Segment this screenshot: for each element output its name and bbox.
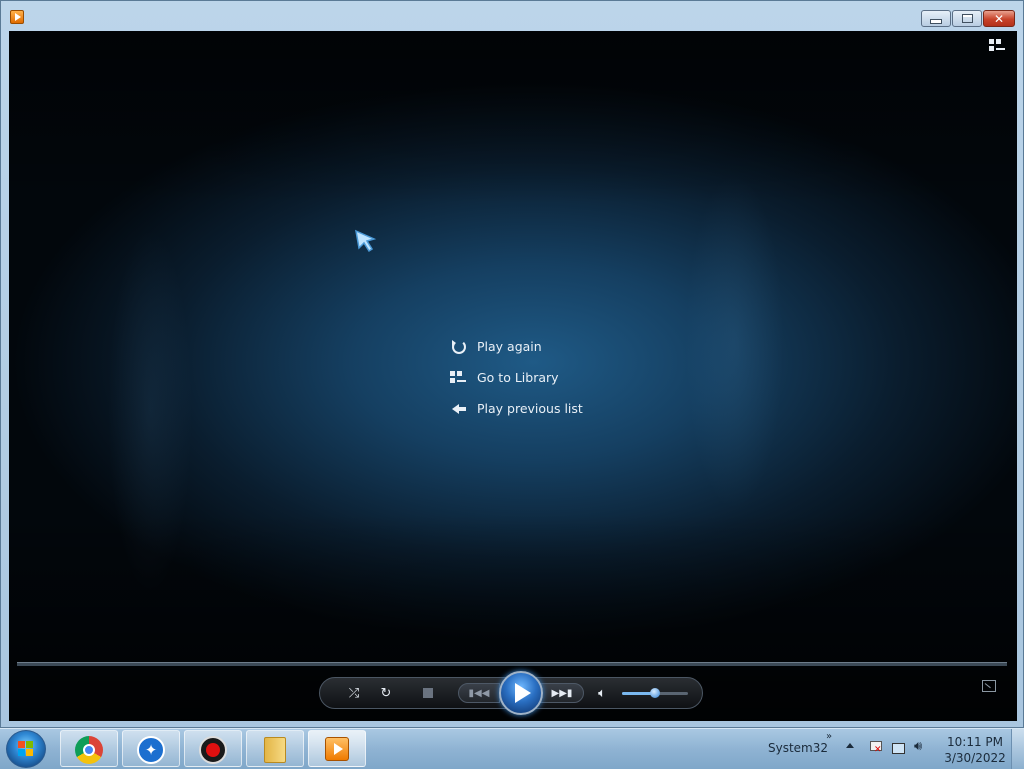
- minimize-button[interactable]: [921, 10, 951, 27]
- show-desktop-button[interactable]: [1011, 729, 1024, 769]
- title-bar[interactable]: ✕: [1, 1, 1023, 31]
- play-icon: [515, 683, 531, 703]
- bluetooth-icon: [137, 736, 165, 764]
- switch-to-library-button[interactable]: [989, 39, 1007, 55]
- taskbar-recorder[interactable]: [184, 730, 242, 767]
- play-button[interactable]: [499, 671, 543, 715]
- start-button[interactable]: [6, 730, 46, 768]
- back-arrow-icon: [449, 401, 469, 417]
- playback-controls: ⤮ ↻ ▮◀◀ ▶▶▮ 🔈︎: [319, 671, 703, 715]
- library-grid-square: [996, 39, 1001, 44]
- play-again-label: Play again: [477, 339, 542, 354]
- volume-icon[interactable]: 🔊︎: [914, 739, 928, 754]
- taskbar: System32 » 🔊︎ 10:11 PM 3/30/2022: [0, 728, 1024, 769]
- library-arrow-stroke: [996, 48, 1005, 50]
- taskbar-bluetooth[interactable]: [122, 730, 180, 767]
- close-icon: ✕: [993, 11, 1005, 26]
- system32-toolbar[interactable]: System32: [768, 741, 828, 755]
- go-to-library-link[interactable]: Go to Library: [449, 362, 583, 393]
- media-player-icon: [325, 737, 349, 761]
- next-icon: ▶▶▮: [551, 687, 573, 699]
- play-previous-list-label: Play previous list: [477, 401, 583, 416]
- library-grid-icon: [989, 39, 994, 44]
- media-player-app-icon[interactable]: [10, 10, 24, 24]
- minimize-icon: [930, 19, 942, 24]
- clock[interactable]: 10:11 PM 3/30/2022: [940, 734, 1010, 766]
- stop-button[interactable]: [416, 678, 440, 708]
- window-controls: ✕: [920, 10, 1015, 27]
- show-hidden-icons-button[interactable]: [846, 743, 854, 748]
- volume-knob[interactable]: [650, 688, 660, 698]
- previous-icon: ▮◀◀: [468, 687, 490, 699]
- clock-time: 10:11 PM: [947, 735, 1003, 749]
- shuffle-button[interactable]: ⤮: [338, 678, 370, 708]
- repeat-button[interactable]: ↻: [370, 678, 402, 708]
- clock-date: 3/30/2022: [944, 751, 1006, 765]
- play-again-link[interactable]: Play again: [449, 331, 583, 362]
- taskbar-explorer[interactable]: [246, 730, 304, 767]
- library-grid-square: [989, 46, 994, 51]
- mute-button[interactable]: 🔈︎: [590, 678, 614, 708]
- previous-button[interactable]: ▮◀◀: [458, 683, 500, 703]
- play-previous-list-link[interactable]: Play previous list: [449, 393, 583, 424]
- switch-to-fullscreen-button[interactable]: [982, 680, 996, 692]
- library-icon: [449, 370, 469, 386]
- maximize-icon: [961, 14, 973, 23]
- windows-logo-icon: [18, 741, 34, 757]
- close-button[interactable]: ✕: [983, 10, 1015, 27]
- media-player-window: ✕ Play again Go to Library Play previous…: [0, 0, 1024, 728]
- repeat-icon: ↻: [380, 685, 392, 701]
- next-button[interactable]: ▶▶▮: [540, 683, 584, 703]
- notification-area: System32 » 🔊︎ 10:11 PM 3/30/2022: [750, 729, 1024, 769]
- taskbar-media-player[interactable]: [308, 730, 366, 767]
- shuffle-icon: ⤮: [348, 685, 360, 701]
- stop-icon: [423, 688, 433, 698]
- go-to-library-label: Go to Library: [477, 370, 559, 385]
- action-center-flag-icon[interactable]: [868, 741, 882, 755]
- seek-bar[interactable]: [17, 662, 1007, 666]
- end-of-playback-menu: Play again Go to Library Play previous l…: [449, 331, 583, 424]
- toolbar-chevron-icon[interactable]: »: [826, 731, 832, 742]
- folder-icon: [264, 737, 286, 763]
- network-icon[interactable]: [892, 741, 906, 755]
- speaker-icon: 🔈︎: [598, 685, 606, 701]
- mouse-pointer-icon: [355, 229, 377, 253]
- chrome-icon: [75, 736, 103, 764]
- taskbar-chrome[interactable]: [60, 730, 118, 767]
- volume-slider[interactable]: [622, 688, 688, 698]
- maximize-button[interactable]: [952, 10, 982, 27]
- now-playing-area[interactable]: Play again Go to Library Play previous l…: [9, 31, 1017, 721]
- record-icon: [199, 736, 227, 764]
- replay-icon: [449, 339, 469, 355]
